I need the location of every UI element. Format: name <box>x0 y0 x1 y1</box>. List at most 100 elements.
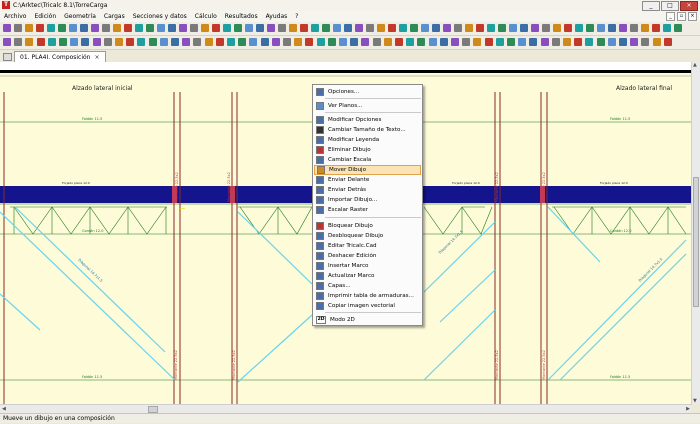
toolbar-icon[interactable] <box>148 38 157 46</box>
toolbar-icon[interactable] <box>410 24 418 32</box>
vertical-scrollbar[interactable]: ▲ ▼ <box>691 62 700 404</box>
toolbar-icon[interactable] <box>137 38 146 46</box>
toolbar-icon[interactable] <box>58 24 66 32</box>
toolbar-icon[interactable] <box>542 24 550 32</box>
toolbar-icon[interactable] <box>395 38 403 46</box>
maximize-button[interactable]: □ <box>661 1 679 11</box>
mdi-close-button[interactable]: × <box>688 12 697 21</box>
context-menu-item[interactable]: Imprimir tabla de armaduras... <box>314 291 421 301</box>
toolbar-icon[interactable] <box>157 24 165 32</box>
toolbar-icon[interactable] <box>432 24 440 32</box>
toolbar-icon[interactable] <box>70 38 79 46</box>
toolbar-icon[interactable] <box>563 38 571 46</box>
toolbar-icon[interactable] <box>322 24 330 32</box>
toolbar-icon[interactable] <box>586 24 594 32</box>
toolbar-icon[interactable] <box>641 38 650 46</box>
menu-calculo[interactable]: Cálculo <box>191 11 221 22</box>
context-menu-item[interactable]: Mover Dibujo <box>314 165 421 175</box>
tab-close-icon[interactable]: × <box>94 54 99 61</box>
toolbar-icon[interactable] <box>564 24 572 32</box>
toolbar-icon[interactable] <box>350 38 359 46</box>
toolbar-icon[interactable] <box>103 38 112 46</box>
context-menu-item[interactable]: Cambiar Escala <box>314 155 421 165</box>
toolbar-icon[interactable] <box>316 38 325 46</box>
toolbar-icon[interactable] <box>451 38 459 46</box>
toolbar-icon[interactable] <box>278 24 286 32</box>
toolbar-icon[interactable] <box>575 24 583 32</box>
toolbar-icon[interactable] <box>47 38 56 46</box>
toolbar-icon[interactable] <box>25 24 33 32</box>
context-menu-item[interactable]: Editar Tricalc.Cad <box>314 241 421 251</box>
toolbar-icon[interactable] <box>14 24 22 32</box>
toolbar-icon[interactable] <box>652 38 661 46</box>
toolbar-icon[interactable] <box>509 24 517 32</box>
toolbar-icon[interactable] <box>652 24 660 32</box>
toolbar-icon[interactable] <box>135 24 143 32</box>
toolbar-icon[interactable] <box>388 24 396 32</box>
context-menu-item[interactable]: Deshacer Edición <box>314 251 421 261</box>
context-menu-item[interactable]: Enviar Delante <box>314 175 421 185</box>
toolbar-icon[interactable] <box>607 38 616 46</box>
toolbar-icon[interactable] <box>663 38 672 46</box>
toolbar-icon[interactable] <box>531 24 539 32</box>
toolbar-icon[interactable] <box>80 24 88 32</box>
toolbar-icon[interactable] <box>366 24 374 32</box>
toolbar-icon[interactable] <box>529 38 538 46</box>
menu-secciones[interactable]: Secciones y datos <box>129 11 191 22</box>
toolbar-icon[interactable] <box>553 24 561 32</box>
toolbar-icon[interactable] <box>124 24 132 32</box>
toolbar-icon[interactable] <box>399 24 407 32</box>
toolbar-icon[interactable] <box>47 24 55 32</box>
context-menu-item[interactable]: Importar Dibujo... <box>314 195 421 205</box>
toolbar-icon[interactable] <box>36 24 44 32</box>
toolbar-icon[interactable] <box>596 38 605 46</box>
toolbar-icon[interactable] <box>171 38 179 46</box>
toolbar-icon[interactable] <box>417 38 426 46</box>
toolbar-icon[interactable] <box>406 38 415 46</box>
horizontal-scroll-thumb[interactable] <box>148 406 158 413</box>
scroll-up-icon[interactable]: ▲ <box>693 62 697 68</box>
toolbar-icon[interactable] <box>159 38 168 46</box>
toolbar-icon[interactable] <box>3 24 11 32</box>
scroll-left-icon[interactable]: ◀ <box>2 406 6 412</box>
toolbar-icon[interactable] <box>476 24 484 32</box>
context-menu-item[interactable]: Eliminar Dibujo <box>314 145 421 155</box>
toolbar-icon[interactable] <box>223 24 231 32</box>
toolbar-icon[interactable] <box>585 38 594 46</box>
toolbar-icon[interactable] <box>473 38 482 46</box>
toolbar-icon[interactable] <box>372 38 381 46</box>
toolbar-icon[interactable] <box>289 24 297 32</box>
toolbar-icon[interactable] <box>182 38 191 46</box>
context-menu-item[interactable]: Copiar imagen vectorial <box>314 301 421 311</box>
context-menu-item[interactable]: Cambiar Tamaño de Texto... <box>314 125 421 135</box>
toolbar-icon[interactable] <box>355 24 363 32</box>
toolbar-icon[interactable] <box>212 24 220 32</box>
toolbar-icon[interactable] <box>294 38 303 46</box>
toolbar-icon[interactable] <box>69 24 77 32</box>
toolbar-icon[interactable] <box>14 38 23 46</box>
toolbar-icon[interactable] <box>204 38 213 46</box>
toolbar-icon[interactable] <box>179 24 187 32</box>
menu-help[interactable]: ? <box>291 11 302 22</box>
toolbar-icon[interactable] <box>484 38 493 46</box>
toolbar-icon[interactable] <box>344 24 352 32</box>
toolbar-icon[interactable] <box>283 38 291 46</box>
toolbar-icon[interactable] <box>146 24 154 32</box>
toolbar-icon[interactable] <box>428 38 437 46</box>
toolbar-icon[interactable] <box>327 38 336 46</box>
toolbar-icon[interactable] <box>465 24 473 32</box>
menu-resultados[interactable]: Resultados <box>221 11 262 22</box>
toolbar-icon[interactable] <box>597 24 605 32</box>
toolbar-icon[interactable] <box>454 24 462 32</box>
toolbar-icon[interactable] <box>361 38 370 46</box>
toolbar-icon[interactable] <box>256 24 264 32</box>
toolbar-icon[interactable] <box>630 38 639 46</box>
toolbar-icon[interactable] <box>663 24 671 32</box>
toolbar-icon[interactable] <box>495 38 504 46</box>
toolbar-icon[interactable] <box>462 38 471 46</box>
scroll-down-icon[interactable]: ▼ <box>693 398 697 404</box>
toolbar-icon[interactable] <box>507 38 515 46</box>
toolbar-icon[interactable] <box>498 24 506 32</box>
context-menu-item[interactable]: Insertar Marco <box>314 261 421 271</box>
vertical-scroll-thumb[interactable] <box>693 177 699 307</box>
